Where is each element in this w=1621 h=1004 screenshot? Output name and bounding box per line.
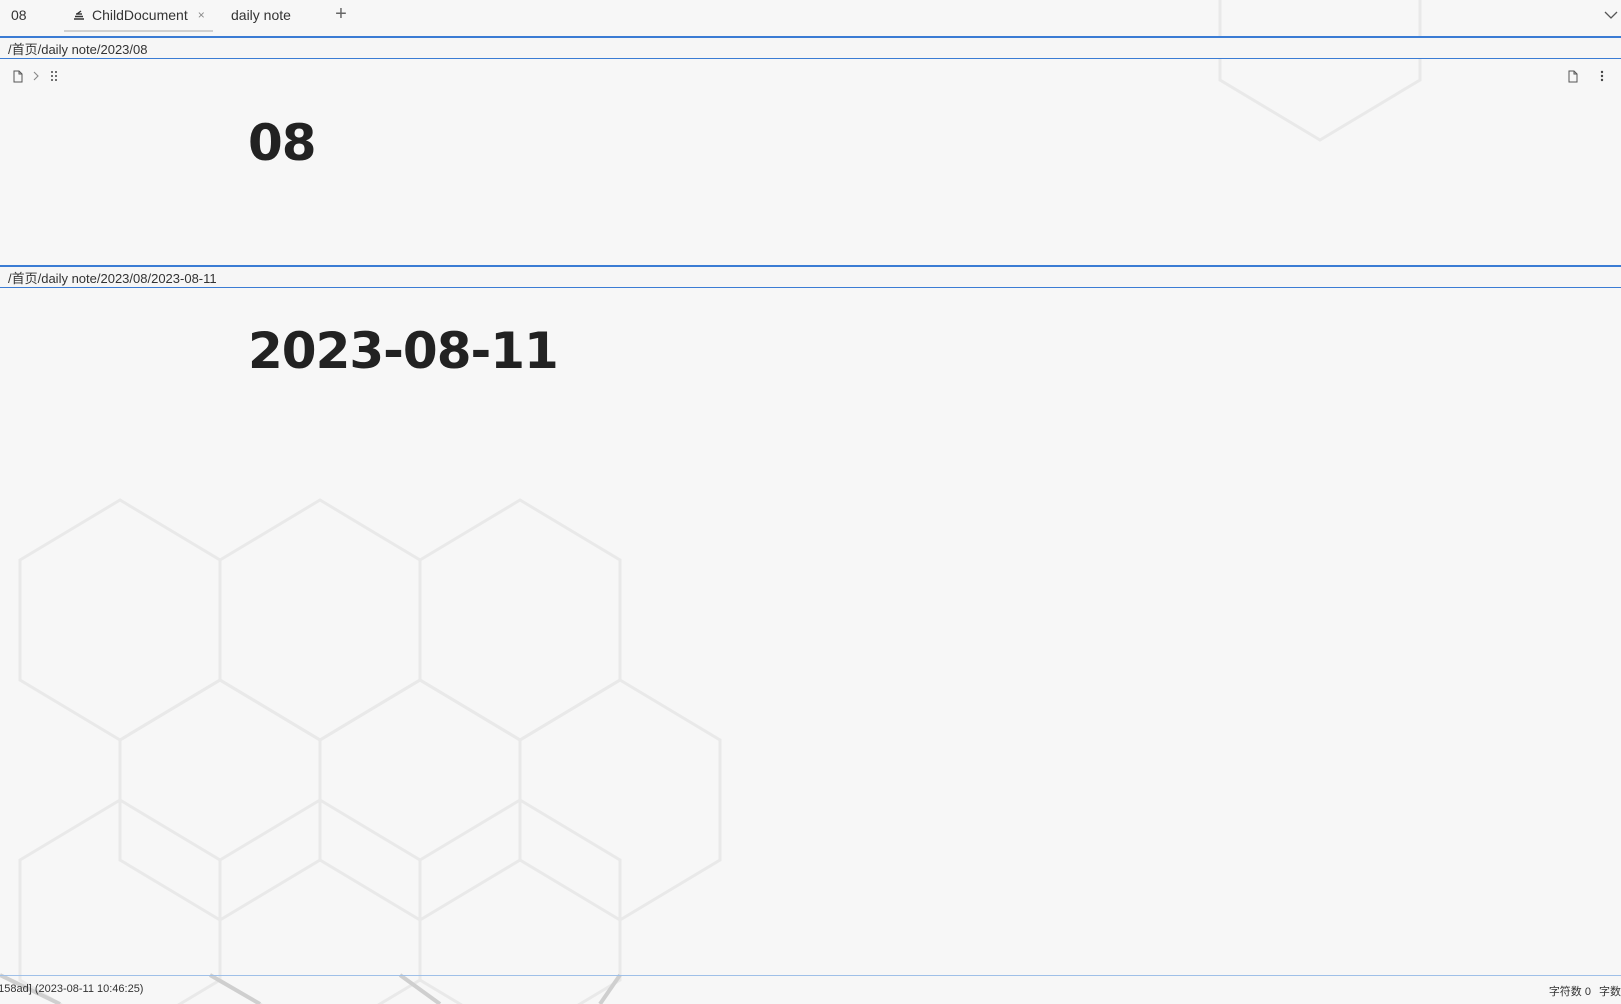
chevron-right-icon[interactable]: [29, 69, 43, 83]
document-title[interactable]: 2023-08-11: [248, 322, 559, 380]
chevron-down-icon: [1604, 11, 1618, 19]
status-counters: 字符数 0 字数: [1549, 983, 1621, 999]
tab-label: daily note: [231, 7, 291, 23]
tab-label: 08: [11, 7, 27, 23]
breadcrumb-path: /首页/daily note/2023/08: [8, 41, 148, 57]
document-title[interactable]: 08: [248, 114, 317, 172]
new-tab-button[interactable]: +: [330, 3, 352, 25]
document-icon[interactable]: [11, 69, 25, 83]
tab-list-button[interactable]: [1601, 6, 1621, 24]
hexagon-background: [0, 0, 1422, 1004]
status-message: 0158ad] (2023-08-11 10:46:25): [0, 983, 144, 995]
drag-handle-icon[interactable]: [47, 69, 61, 83]
tab-bar: 08 ChildDocument × daily note +: [0, 0, 1621, 36]
breadcrumb: /首页/daily note/2023/08/2023-08-11: [0, 265, 1621, 288]
tab-childdocument[interactable]: ChildDocument ×: [64, 0, 213, 32]
close-tab-button[interactable]: ×: [198, 8, 205, 22]
more-menu-icon[interactable]: [1595, 69, 1609, 83]
tab-daily-note[interactable]: daily note: [231, 0, 291, 30]
plus-icon: +: [335, 2, 347, 25]
tab-label: ChildDocument: [92, 7, 188, 23]
breadcrumb: /首页/daily note/2023/08: [0, 36, 1621, 59]
document-icon[interactable]: [1566, 69, 1580, 83]
status-bar: 0158ad] (2023-08-11 10:46:25) 字符数 0 字数: [0, 975, 1621, 1004]
word-count: 字数: [1599, 986, 1621, 998]
tab-08[interactable]: 08: [11, 0, 27, 30]
stack-icon: [72, 8, 86, 22]
char-count: 字符数 0: [1548, 986, 1591, 998]
breadcrumb-path: /首页/daily note/2023/08/2023-08-11: [8, 270, 217, 286]
editor-toolbar: [0, 69, 1621, 89]
